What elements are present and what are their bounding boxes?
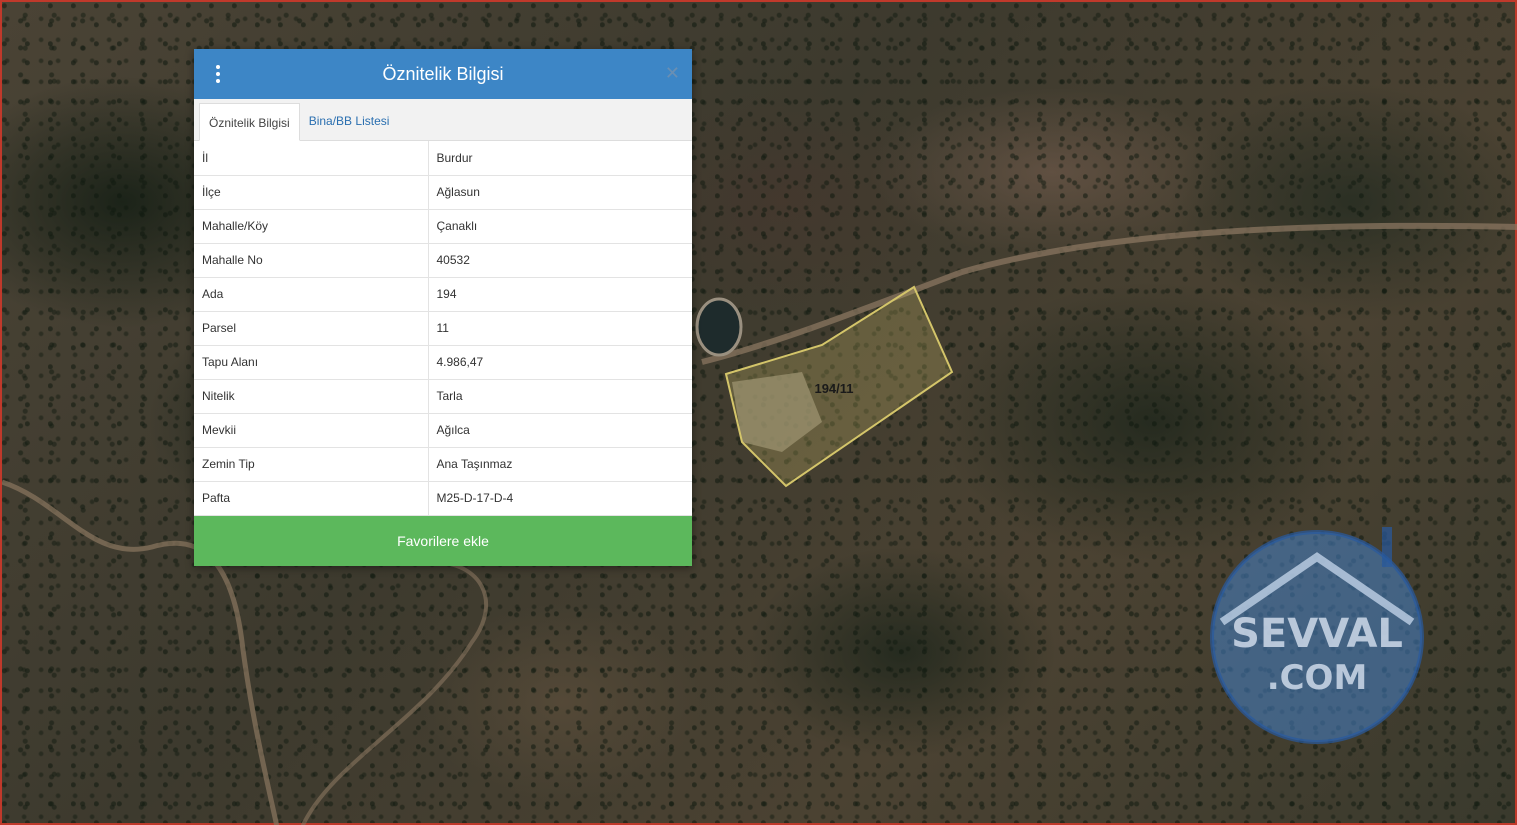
table-row: İl Burdur [194,141,692,176]
panel-tabs: Öznitelik Bilgisi Bina/BB Listesi [194,99,692,141]
attribute-value: 40532 [428,243,692,278]
table-row: Parsel 11 [194,311,692,346]
attribute-value: Çanaklı [428,209,692,244]
attribute-key: Nitelik [194,379,429,414]
table-row: Pafta M25-D-17-D-4 [194,481,692,516]
dirt-road [701,222,1517,365]
attribute-value: M25-D-17-D-4 [428,481,692,516]
attribute-value: 194 [428,277,692,312]
tab-attribute-info[interactable]: Öznitelik Bilgisi [199,103,300,141]
attribute-key: Tapu Alanı [194,345,429,380]
attribute-key: Mahalle/Köy [194,209,429,244]
attribute-table: İl Burdur İlçe Ağlasun Mahalle/Köy Çanaklı Mah… [194,141,692,516]
table-row: İlçe Ağlasun [194,175,692,210]
table-row: Mahalle No 40532 [194,243,692,278]
attribute-key: Mahalle No [194,243,429,278]
attribute-value: Burdur [428,141,692,176]
add-to-favorites-button[interactable]: Favorilere ekle [194,515,692,566]
parcel-label: 194/11 [814,381,853,396]
attribute-key: Parsel [194,311,429,346]
watermark-text-2: .COM [1267,658,1368,698]
attribute-key: Ada [194,277,429,312]
close-icon[interactable]: ✕ [665,63,680,83]
attribute-value: Ağılca [428,413,692,448]
table-row: Zemin Tip Ana Taşınmaz [194,447,692,482]
table-row: Mevkii Ağılca [194,413,692,448]
attribute-key: İlçe [194,175,429,210]
pond [695,297,743,357]
dirt-road [300,560,489,825]
table-row: Mahalle/Köy Çanaklı [194,209,692,244]
sevval-watermark-logo: SEVVAL .COM [1210,527,1424,744]
attribute-value: 11 [428,311,692,346]
kebab-menu-icon[interactable] [210,65,226,83]
table-row: Tapu Alanı 4.986,47 [194,345,692,380]
panel-header: Öznitelik Bilgisi ✕ [194,49,692,99]
attribute-key: İl [194,141,429,176]
attribute-value: 4.986,47 [428,345,692,380]
table-row: Nitelik Tarla [194,379,692,414]
table-row: Ada 194 [194,277,692,312]
attribute-info-panel: Öznitelik Bilgisi ✕ Öznitelik Bilgisi Bi… [194,49,692,566]
tab-building-list[interactable]: Bina/BB Listesi [300,102,399,140]
attribute-value: Ağlasun [428,175,692,210]
attribute-key: Pafta [194,481,429,516]
panel-title: Öznitelik Bilgisi [382,63,504,84]
attribute-value: Ana Taşınmaz [428,447,692,482]
watermark-text-1: SEVVAL [1231,611,1403,657]
attribute-key: Mevkii [194,413,429,448]
attribute-key: Zemin Tip [194,447,429,482]
attribute-value: Tarla [428,379,692,414]
